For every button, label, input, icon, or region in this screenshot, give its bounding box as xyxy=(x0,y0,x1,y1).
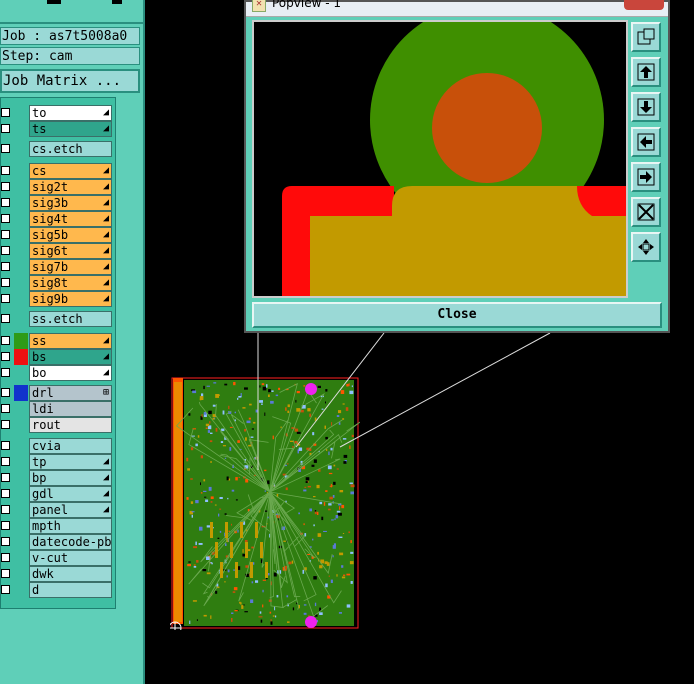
popview-window: ✕ Popview - 1 Close xyxy=(244,0,670,333)
popview-titlebar[interactable]: ✕ Popview - 1 xyxy=(246,0,668,17)
pan-left-button[interactable] xyxy=(631,127,661,157)
close-button[interactable]: Close xyxy=(252,302,662,328)
app-icon: ✕ xyxy=(252,0,266,12)
pan-up-button[interactable] xyxy=(631,57,661,87)
window-close-button[interactable] xyxy=(624,0,664,10)
drill-hole xyxy=(432,73,542,183)
pan-down-button[interactable] xyxy=(631,92,661,122)
popview-title: Popview - 1 xyxy=(272,0,341,10)
zoom-in-button[interactable] xyxy=(631,197,661,227)
zoom-canvas[interactable] xyxy=(252,20,628,298)
zoom-out-button[interactable] xyxy=(631,232,661,262)
zoom-home-button[interactable] xyxy=(631,22,661,52)
pan-right-button[interactable] xyxy=(631,162,661,192)
